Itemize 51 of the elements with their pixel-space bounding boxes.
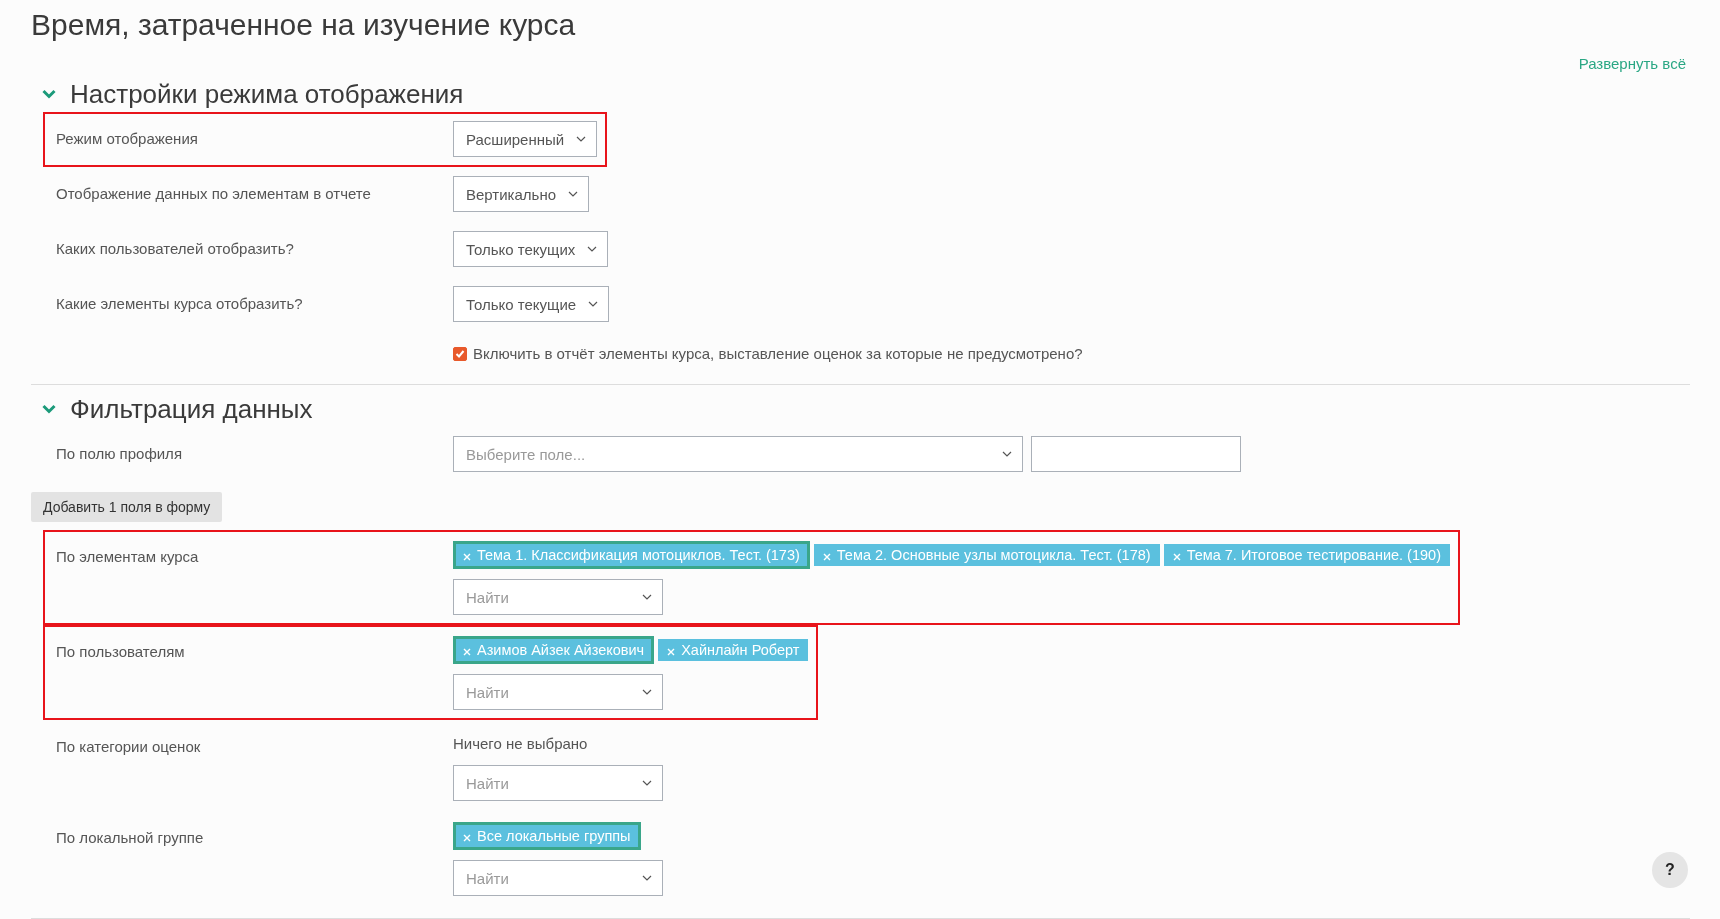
select-dropdown[interactable]: Расширенный	[453, 121, 598, 157]
search-dropdown[interactable]: Найти	[453, 674, 663, 710]
add-field-button[interactable]: Добавить 1 поля в форму	[31, 492, 223, 522]
tag[interactable]: Тема 1. Классификация мотоциклов. Тест. (173)	[453, 541, 810, 569]
field-label: Каких пользователей отобразить?	[56, 240, 294, 257]
tag[interactable]: Азимов Айзек Айзекович	[453, 636, 655, 664]
caret-icon	[587, 246, 598, 252]
page-title: Время, затраченное на изучение курса	[31, 7, 577, 42]
close-icon[interactable]	[1172, 553, 1181, 561]
caret-icon	[576, 136, 587, 142]
input-field[interactable]	[1031, 436, 1241, 472]
search-dropdown[interactable]: Найти	[453, 860, 663, 896]
close-icon[interactable]	[463, 834, 471, 842]
caret-icon	[1002, 451, 1012, 457]
field-label: Режим отображения	[56, 130, 198, 147]
select-dropdown[interactable]: Только текущие	[453, 286, 610, 322]
checkbox[interactable]	[453, 346, 467, 361]
close-icon[interactable]	[463, 648, 471, 656]
field-label: По элементам курса	[56, 548, 199, 565]
tag[interactable]: Тема 7. Итоговое тестирование. (190)	[1163, 544, 1450, 566]
caret-icon	[642, 780, 652, 786]
search-dropdown[interactable]: Найти	[453, 579, 663, 615]
caret-icon	[642, 875, 652, 881]
section-title[interactable]: Фильтрация данных	[70, 393, 313, 425]
select-dropdown[interactable]: Только текущих	[453, 231, 609, 267]
tag[interactable]: Тема 2. Основные узлы мотоцикла. Тест. (178)	[813, 544, 1160, 566]
field-label: Какие элементы курса отобразить?	[56, 295, 303, 312]
checkbox-label: Включить в отчёт элементы курса, выставление оценок за которые не предусмотрено?	[473, 345, 1083, 362]
help-button[interactable]: ?	[1652, 852, 1688, 888]
select-dropdown[interactable]: Вертикально	[453, 176, 590, 212]
close-icon[interactable]	[463, 553, 471, 561]
close-icon[interactable]	[822, 553, 831, 561]
chevron-icon[interactable]	[42, 404, 56, 414]
caret-icon	[642, 594, 652, 600]
section-title[interactable]: Настройки режима отображения	[70, 78, 464, 110]
field-label: По пользователям	[56, 643, 185, 660]
caret-icon	[588, 301, 599, 307]
close-icon[interactable]	[667, 648, 676, 656]
field-label: По локальной группе	[56, 829, 204, 846]
tag[interactable]: Хайнлайн Роберт	[658, 639, 809, 661]
caret-icon	[568, 191, 579, 197]
field-label: По полю профиля	[56, 445, 182, 462]
tag[interactable]: Все локальные группы	[453, 822, 641, 850]
search-dropdown[interactable]: Найти	[453, 765, 663, 801]
empty-selection-text: Ничего не выбрано	[453, 734, 589, 754]
expand-all-link[interactable]: Развернуть всё	[1578, 55, 1686, 72]
field-label: Отображение данных по элементам в отчете	[56, 185, 371, 202]
field-label: По категории оценок	[56, 738, 201, 755]
select-dropdown[interactable]: Выберите поле...	[453, 436, 1023, 472]
chevron-icon[interactable]	[42, 89, 56, 99]
caret-icon	[642, 689, 652, 695]
